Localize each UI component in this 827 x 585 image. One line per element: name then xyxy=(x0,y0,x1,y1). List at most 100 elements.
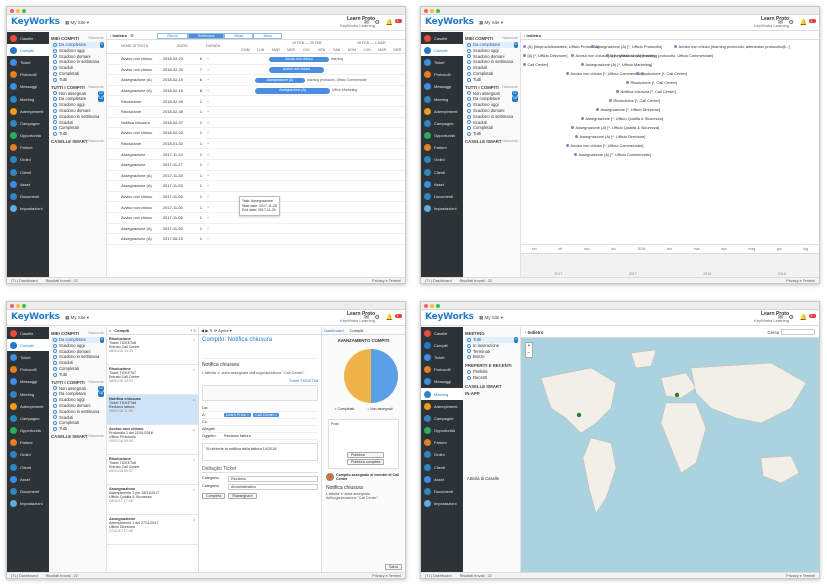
add-icon[interactable]: + xyxy=(202,99,214,104)
sidebar-item-adempimenti[interactable]: Adempimenti xyxy=(7,105,49,117)
sidebar-item-clienti[interactable]: Clienti xyxy=(7,461,49,473)
sidebar-item-meeting[interactable]: Meeting xyxy=(421,93,463,105)
timeline-node[interactable]: Assegnazione (A) [*, Ufficio Marketing] xyxy=(581,62,652,67)
back-button[interactable]: ‹ Indietro xyxy=(525,330,543,335)
activity-link[interactable]: Attività di Caselle xyxy=(465,476,518,482)
close-window-button[interactable] xyxy=(10,304,14,308)
publish-button[interactable]: Pubblica xyxy=(347,452,385,458)
add-icon[interactable]: + xyxy=(202,236,214,241)
sidebar-item-compiti[interactable]: Compiti xyxy=(7,339,49,352)
hide-link[interactable]: Nasconde xyxy=(88,434,104,439)
hide-link[interactable]: Nasconde xyxy=(88,85,104,90)
footer-privacy[interactable]: Privacy e Termini xyxy=(372,279,401,283)
timeline-node[interactable]: Risoluzione [*, Call Center] xyxy=(636,71,687,76)
app-logo[interactable]: KeyWorks xyxy=(11,17,60,27)
sidebar-item-documenti[interactable]: Documenti xyxy=(7,190,49,202)
sidebar-item-documenti[interactable]: Documenti xyxy=(421,485,463,497)
timeline-overview[interactable]: 2017 2017 2018 2018 xyxy=(521,253,819,277)
sidebar-item-asset[interactable]: Asset xyxy=(421,473,463,485)
top-icons[interactable]: ✉ ⚙ 🔔 3 xyxy=(778,19,816,26)
sidebar-item-protocolli[interactable]: Protocolli xyxy=(7,69,49,81)
complete-button[interactable]: Completa xyxy=(202,492,226,499)
add-icon[interactable]: + xyxy=(202,141,214,146)
site-selector[interactable]: ▦ My Site ▾ xyxy=(65,315,89,321)
add-icon[interactable]: + xyxy=(202,67,214,72)
ticket-card[interactable]: Avviso non chiuso Protocollo 1 del 22/01/… xyxy=(107,425,198,455)
footer-privacy[interactable]: Privacy e Termini xyxy=(372,574,401,578)
sidebar-item-adempimenti[interactable]: Adempimenti xyxy=(421,400,463,412)
add-icon[interactable]: + xyxy=(202,120,214,125)
gantt-bar[interactable]: Avviso non chiuso xyxy=(269,67,324,73)
timeline-node[interactable]: Assegnazione [*, Ufficio Direzione] xyxy=(596,107,660,112)
list-icon[interactable]: ☰ xyxy=(130,33,134,38)
timeline-node[interactable]: (A) [Idsprocfollowsales, Ufficio Protoco… xyxy=(523,44,599,49)
sidebar-item-messaggi[interactable]: Messaggi xyxy=(421,81,463,93)
timeline-node[interactable]: Avviso non chiuso [*, Ufficio Commercial… xyxy=(566,143,643,148)
add-icon[interactable]: + xyxy=(202,215,214,220)
radio-icon[interactable]: ○ xyxy=(193,518,195,522)
sidebar-item-asset[interactable]: Asset xyxy=(421,178,463,190)
gantt-bar[interactable]: Assegnazione (A) xyxy=(255,88,330,94)
tab-compiti[interactable]: Compiti xyxy=(350,328,364,333)
favorite-item[interactable]: Recenti xyxy=(465,375,518,381)
hide-link[interactable]: Nasconde xyxy=(88,331,104,336)
gantt-row[interactable]: Assegnazione (A) 2017-11-28 1 + xyxy=(107,171,405,182)
sidebar-item-caselle[interactable]: Caselle xyxy=(7,327,49,339)
add-icon[interactable]: + ≡ xyxy=(190,328,198,333)
sidebar-item-adempimenti[interactable]: Adempimenti xyxy=(7,400,49,412)
sidebar-item-campagne[interactable]: Campagne xyxy=(421,412,463,424)
category2-select[interactable]: Amministrativo xyxy=(228,483,318,490)
maximize-window-button[interactable] xyxy=(436,304,440,308)
gantt-row[interactable]: Avviso non chiuso 2018-02-20 6 + xyxy=(107,54,405,65)
recipient-chip[interactable]: Learn Proto × xyxy=(224,412,252,417)
maximize-window-button[interactable] xyxy=(22,9,26,13)
add-icon[interactable]: + xyxy=(202,226,214,231)
sidebar-item-clienti[interactable]: Clienti xyxy=(421,461,463,473)
menu-item[interactable]: Tutti xyxy=(51,372,104,378)
timeline-node[interactable]: Risoluzione [*, Call Center] xyxy=(609,98,660,103)
save-button[interactable]: Salva xyxy=(385,564,402,570)
menu-item[interactable]: Tutti xyxy=(51,426,104,432)
timeline-node[interactable]: Assegnazione (A) [*, Ufficio Qualità & S… xyxy=(571,125,659,130)
gantt-row[interactable]: Assegnazione 2017-11-24 1 + xyxy=(107,149,405,160)
sidebar-item-fatture[interactable]: Fatture xyxy=(7,437,49,449)
hide-link[interactable]: Nasconde xyxy=(502,36,518,41)
reply-body[interactable]: Si richiede la notifica della fattura 10… xyxy=(202,442,318,461)
app-logo[interactable]: KeyWorks xyxy=(425,17,474,27)
gantt-row[interactable]: Risoluzione 2018-02-09 1 + xyxy=(107,96,405,107)
gantt-row[interactable]: Risoluzione 2018-02-08 1 + xyxy=(107,107,405,118)
ticket-card[interactable]: Assegnazione Adempimento 1 per 28/11/2017… xyxy=(107,485,198,515)
add-icon[interactable]: + xyxy=(202,194,214,199)
sidebar-item-caselle[interactable]: Caselle xyxy=(421,327,463,339)
sidebar-item-impostazioni[interactable]: Impostazioni xyxy=(7,203,49,215)
sidebar-item-asset[interactable]: Asset xyxy=(7,473,49,485)
category-select[interactable]: Reclamo xyxy=(228,475,318,482)
footer-dashboard[interactable]: (TL) Dashboard xyxy=(11,279,38,283)
meeting-menu-item[interactable]: Bozze xyxy=(465,354,518,360)
sidebar-item-clienti[interactable]: Clienti xyxy=(7,166,49,178)
add-icon[interactable]: + xyxy=(202,77,214,82)
app-logo[interactable]: KeyWorks xyxy=(425,312,474,322)
detail-toolbar[interactable]: ◀ ▶ ✎ ⟳ Aprire ▾ xyxy=(199,327,321,335)
sidebar-item-ticket[interactable]: Ticket xyxy=(421,351,463,363)
sidebar-item-opportunit-[interactable]: Opportunità xyxy=(7,130,49,142)
reassign-button[interactable]: Riassegnare xyxy=(228,492,257,499)
ticket-card[interactable]: Risoluzione Ticket TICKET#6 Entrato Call C… xyxy=(107,455,198,485)
add-icon[interactable]: + xyxy=(202,162,214,167)
timeline-node[interactable]: Avviso non chiuso [learning protocollo, … xyxy=(674,44,790,49)
timeline-node[interactable]: Notifica chiusura [*, Call Center] xyxy=(616,89,676,94)
ticket-card[interactable]: Assegnazione Adempimento 1 del 27/11/2017… xyxy=(107,515,198,545)
view-tab[interactable]: Settimana xyxy=(187,32,225,39)
sidebar-item-campagne[interactable]: Campagne xyxy=(7,117,49,129)
back-button[interactable]: ‹ Indietro xyxy=(524,33,541,38)
sidebar-item-fatture[interactable]: Fatture xyxy=(421,142,463,154)
timeline-node[interactable]: Assegnazione (A) [learning protocollo, U… xyxy=(606,53,713,58)
zoom-controls[interactable]: + − xyxy=(525,342,533,358)
search-icon[interactable]: ⌕ xyxy=(109,328,111,333)
sidebar-item-caselle[interactable]: Caselle xyxy=(7,32,49,44)
reply-box[interactable] xyxy=(202,384,318,401)
maximize-window-button[interactable] xyxy=(436,9,440,13)
gantt-row[interactable]: Assegnazione (A) 2017-11-05 1 + xyxy=(107,224,405,235)
add-icon[interactable]: + xyxy=(202,152,214,157)
add-icon[interactable]: + xyxy=(202,88,214,93)
